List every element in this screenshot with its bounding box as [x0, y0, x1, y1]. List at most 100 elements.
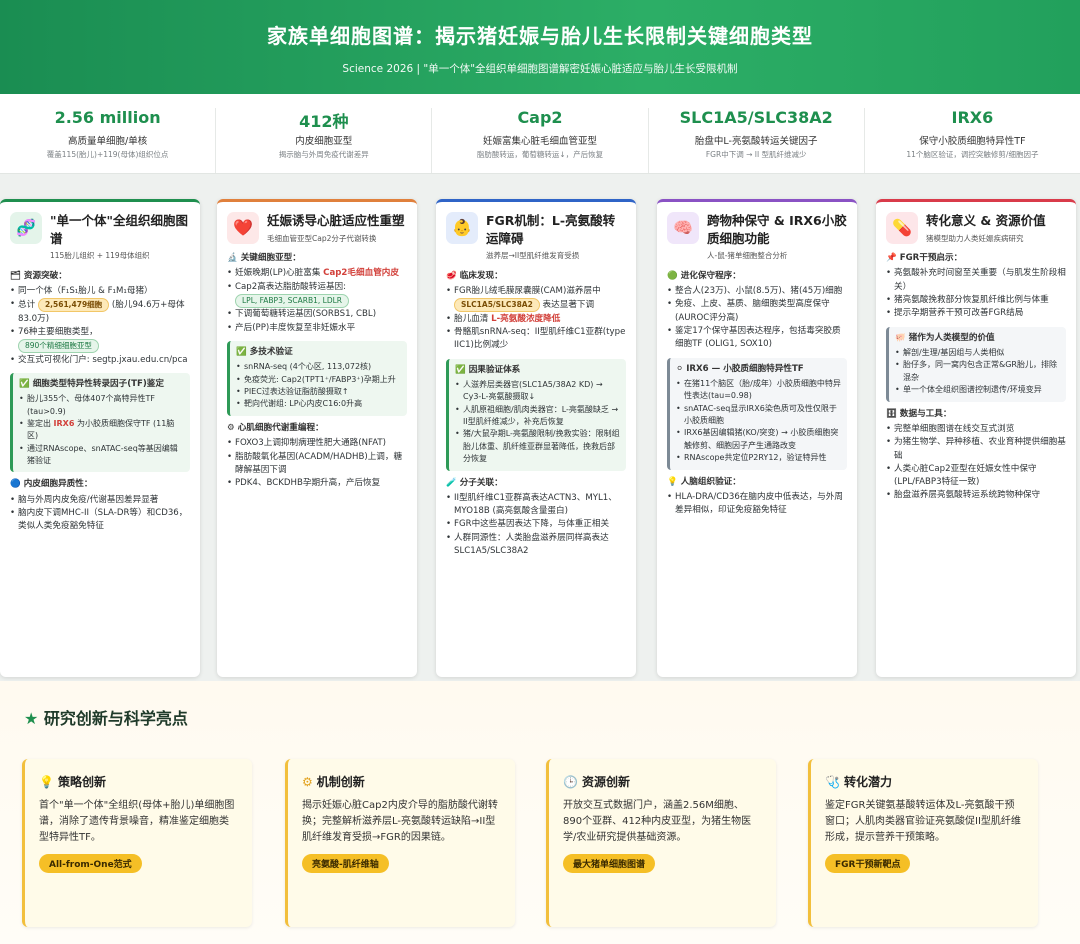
card-atlas: 🧬 "单一个体"全组织细胞图谱 115胎儿组织 + 119母体组织 🗂 资源突破： … — [0, 199, 200, 677]
list-item: PIEC过表达验证脂肪酸摄取↑ — [236, 386, 401, 399]
callout-box: ✅ 细胞类型特异性转录因子(TF)鉴定 胎儿355个、母体407个高特异性TF … — [10, 372, 190, 473]
lightbulb-icon: 💡 — [39, 775, 54, 789]
page-title: 家族单细胞图谱：揭示猪妊娠与胎儿生长限制关键细胞类型 — [267, 24, 813, 48]
list-item: 总计 2,561,479细胞 (胎儿94.6万+母体83.0万) — [10, 298, 190, 326]
section-heading: 🗄 数据与工具： — [886, 408, 952, 419]
list-item: 胎儿血清 L-亮氨酸浓度降低 — [446, 313, 626, 327]
card-heart: ❤️ 妊娠诱导心脏适应性重塑 毛细血管亚型Cap2分子代谢转换 🔬 关键细胞亚型： … — [217, 199, 417, 677]
gene-pill: LPL, FABP3, SCARB1, LDLR — [235, 294, 349, 308]
list-item: RNAscope共定位P2RY12，验证特异性 — [676, 452, 841, 465]
list-item: Cap2高表达脂肪酸转运基因: LPL, FABP3, SCARB1, LDLR — [227, 281, 407, 309]
gene-pill: SLC1A5/SLC38A2 — [454, 298, 540, 312]
list-item: 猪/大鼠孕期L-亮氨酸限制/挽救实验：限制组胎儿体重、肌纤维亚群显著降低，挽救后… — [455, 428, 620, 465]
highlight-title: 转化潜力 — [843, 775, 892, 789]
list-item: 免疫荧光: Cap2(TPT1⁺/FABP3⁺)孕期上升 — [236, 374, 401, 387]
stat-cells: 2.56 million 高质量单细胞/单核 覆盖115(胎儿)+119(母体)组织… — [0, 108, 217, 173]
stat-endothelial: 412种 内皮细胞亚型 揭示脑与外周免疫代谢差异 — [216, 108, 433, 173]
list-item: 产后(PP)丰度恢复至非妊娠水平 — [227, 322, 407, 336]
highlight-text: Cap2毛细血管内皮 — [323, 268, 399, 279]
highlight-text: 揭示妊娠心脏Cap2内皮介导的脂肪酸代谢转换；完整解析滋养层L-亮氨酸转运缺陷→… — [302, 800, 498, 843]
section-title-text: 研究创新与科学亮点 — [43, 709, 188, 728]
card-title: 跨物种保守 & IRX6小胶质细胞功能 — [707, 213, 847, 246]
stat-value: SLC1A5/SLC38A2 — [679, 108, 833, 127]
list-item: 胎盘滋养层亮氨酸转运系统跨物种保守 — [886, 489, 1066, 503]
section-heading: 📌 FGR干预启示： — [886, 253, 963, 264]
list-item: 为猪生物学、异种移植、农业育种提供细胞基础 — [886, 436, 1066, 463]
item-text: FGR胎儿绒毛膜尿囊膜(CAM)滋养层中 — [454, 285, 601, 296]
stat-value: IRX6 — [951, 108, 994, 127]
stat-cap2: Cap2 妊娠富集心脏毛细血管亚型 脂肪酸转运，葡萄糖转运↓，产后恢复 — [432, 108, 649, 173]
card-subtitle: 猪模型助力人类妊娠疾病研究 — [926, 233, 1024, 243]
list-item: 人肌原祖细胞/肌肉类器官：L-亮氨酸缺乏 → II型肌纤维减少，补充后恢复 — [455, 404, 620, 429]
highlight-card-mechanism: ⚙ 机制创新揭示妊娠心脏Cap2内皮介导的脂肪酸代谢转换；完整解析滋养层L-亮氨酸… — [285, 759, 515, 927]
highlights-section: ★ 研究创新与科学亮点 💡 策略创新 首个"单一个体"全组织(母体+胎儿)单细胞图谱… — [0, 681, 1080, 944]
section-heading: 🥩 临床发现： — [446, 270, 503, 281]
list-item: 妊娠晚期(LP)心脏富集 Cap2毛细血管内皮 — [227, 267, 407, 281]
card-title: FGR机制：L-亮氨酸转运障碍 — [486, 213, 616, 246]
list-item: 人类心脏Cap2亚型在妊娠女性中保守(LPL/FABP3特征一致) — [886, 463, 1066, 490]
list-item: 免疫、上皮、基质、脑细胞类型高度保守(AUROC评分高) — [667, 298, 847, 325]
heart-icon: ❤️ — [227, 212, 259, 244]
card-title: "单一个体"全组织细胞图谱 — [50, 213, 189, 246]
list-item: 同一个体（F₁S₁胎儿 & F₁M₁母猪） — [10, 285, 190, 299]
card-subtitle: 人-鼠-猪单细胞整合分析 — [707, 251, 788, 260]
section-heading: 🗂 资源突破： — [10, 270, 67, 281]
callout-box: ✅ 因果验证体系 人滋养层类器官(SLC1A5/38A2 KD) → Cy3-L… — [446, 358, 626, 471]
list-item: 整合人(23万)、小鼠(8.5万)、猪(45万)细胞 — [667, 285, 847, 299]
stat-value: 2.56 million — [54, 108, 161, 127]
list-item: PDK4、BCKDHB孕期升高，产后恢复 — [227, 477, 407, 491]
stat-desc: 揭示脑与外周免疫代谢差异 — [278, 150, 369, 159]
box-heading: ⚪ IRX6 — 小胶质细胞特异性TF — [676, 363, 804, 374]
stat-desc: 11个脑区验证，调控突触修剪/细胞因子 — [906, 150, 1039, 159]
stat-value: 412种 — [299, 112, 349, 131]
stat-label: 妊娠富集心脏毛细血管亚型 — [483, 136, 598, 147]
list-item: 胎儿355个、母体407个高特异性TF (tau>0.9) — [19, 393, 184, 418]
list-item: II型肌纤维C1亚群高表达ACTN3、MYL1、MYO18B (高亮氨酸含量蛋白… — [446, 492, 626, 519]
item-text: 鉴定出 — [27, 418, 51, 428]
stat-irx6: IRX6 保守小胶质细胞特异性TF 11个脑区验证，调控突触修剪/细胞因子 — [865, 108, 1080, 173]
list-item: 骨骼肌snRNA-seq：II型肌纤维C1亚群(type IIC1)比例减少 — [446, 326, 626, 353]
portal-link[interactable]: 交互式可视化门户: segtp.jxau.edu.cn/pca — [10, 354, 190, 368]
subtype-pill: 890个精细细胞亚型 — [18, 339, 99, 353]
list-item: 脑内皮下调MHC-II（SLA-DR等）和CD36，类似人类免疫豁免特征 — [10, 507, 190, 534]
item-text: 表达显著下调 — [542, 300, 595, 311]
item-text: 妊娠晚期(LP)心脏富集 — [235, 268, 321, 279]
highlight-title: 机制创新 — [316, 775, 365, 789]
highlight-title: 策略创新 — [57, 775, 106, 789]
box-heading: ✅ 因果验证体系 — [455, 364, 521, 375]
stat-desc: 覆盖115(胎儿)+119(母体)组织位点 — [46, 150, 169, 159]
gear-icon: ⚙ — [302, 775, 313, 789]
item-text: 总计 — [18, 300, 36, 311]
card-title: 妊娠诱导心脏适应性重塑 — [267, 213, 405, 228]
list-item: 人滋养层类器官(SLC1A5/38A2 KD) → Cy3-L-亮氨酸摄取↓ — [455, 379, 620, 404]
list-item: snATAC-seq显示IRX6染色质可及性仅限于小胶质细胞 — [676, 403, 841, 428]
highlight-text: IRX6 — [53, 418, 75, 428]
list-item: IRX6基因编辑猪(KO/突变) → 小胶质细胞突触修剪、细胞因子产生通路改变 — [676, 427, 841, 452]
stat-slc: SLC1A5/SLC38A2 胎盘中L-亮氨酸转运关键因子 FGR中下调 → II … — [649, 108, 865, 173]
highlight-title: 资源创新 — [581, 775, 630, 789]
list-item: 通过RNAscope、snATAC-seq等基因编辑猪验证 — [19, 443, 184, 468]
list-item: 76种主要细胞类型， 890个精细细胞亚型 — [10, 326, 190, 354]
page-subtitle: Science 2026 | "单一个体"全组织单细胞图谱解密妊娠心脏适应与胎儿… — [342, 63, 738, 75]
list-item: 在猪11个脑区（胎/成年）小胶质细胞中特异性表达(tau=0.98) — [676, 378, 841, 403]
star-icon: ★ — [24, 709, 39, 728]
highlight-card-translation: 🩺 转化潜力 鉴定FGR关键氨基酸转运体及L-亮氨酸干预窗口；人肌肉类器官验证亮氨酸… — [808, 759, 1038, 927]
card-conservation: 🧠 跨物种保守 & IRX6小胶质细胞功能 人-鼠-猪单细胞整合分析 🟢 进化保守程… — [657, 199, 857, 677]
card-subtitle: 滋养层→II型肌纤维发育受损 — [486, 251, 580, 260]
list-item: HLA-DRA/CD36在脑内皮中低表达，与外周差异相似，印证免疫豁免特征 — [667, 491, 847, 518]
card-subtitle: 毛细血管亚型Cap2分子代谢转换 — [267, 233, 377, 243]
highlight-text: 开放交互式数据门户，涵盖2.56M细胞、890个亚群、412种内皮亚型，为猪生物… — [563, 800, 752, 843]
callout-box: ✅ 多技术验证 snRNA-seq (4个心区, 113,072核) 免疫荧光:… — [227, 341, 407, 416]
list-item: FGR中这些基因表达下降，与体重正相关 — [446, 518, 626, 532]
card-fgr: 👶FGR机制：L-亮氨酸转运障碍滋养层→II型肌纤维发育受损 🥩 临床发现： F… — [436, 199, 636, 677]
stat-value: Cap2 — [517, 108, 563, 127]
box-heading: ✅ 多技术验证 — [236, 347, 293, 357]
list-item: snRNA-seq (4个心区, 113,072核) — [236, 361, 401, 374]
list-item: 脂肪酸氧化基因(ACADM/HADHB)上调，糖酵解基因下调 — [227, 451, 407, 478]
callout-box: ⚪ IRX6 — 小胶质细胞特异性TF 在猪11个脑区（胎/成年）小胶质细胞中特… — [667, 357, 847, 470]
callout-box: 🐖 猪作为人类模型的价值 解剖/生理/基因组与人类相似 胎仔多，同一窝内包含正常… — [886, 326, 1066, 402]
content-columns: 🧬 "单一个体"全组织细胞图谱 115胎儿组织 + 119母体组织 🗂 资源突破： … — [0, 199, 1080, 677]
cell-count-pill: 2,561,479细胞 — [37, 298, 110, 312]
list-item: 完整单细胞图谱在线交互式浏览 — [886, 423, 1066, 437]
list-item: 下调葡萄糖转运基因(SORBS1, CBL) — [227, 308, 407, 322]
